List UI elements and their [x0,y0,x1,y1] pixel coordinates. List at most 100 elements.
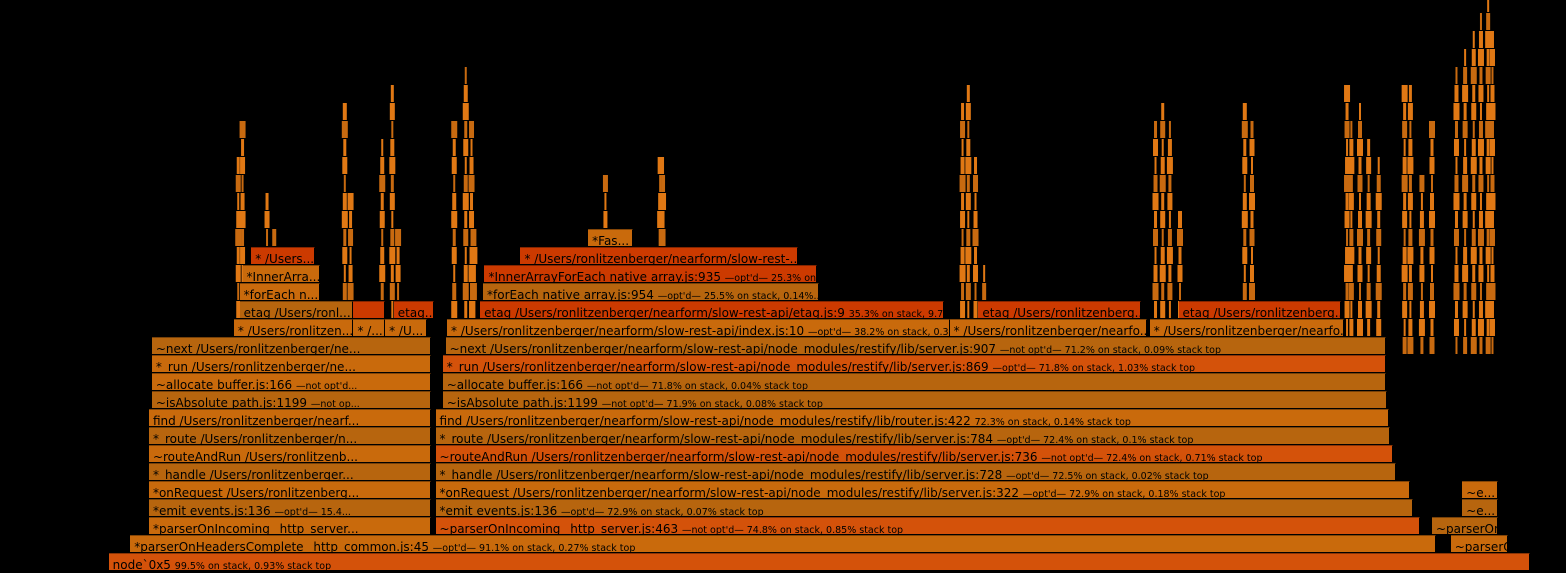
flame-frame-meta: —opt'd— 91.1% on stack, 0.27% stack top [432,543,636,552]
flame-spike [960,157,965,174]
flame-frame[interactable]: ~isAbsolute path.js:1199 —not opt'd— 71.… [442,391,1388,408]
flame-spike [1159,175,1166,192]
flame-frame[interactable]: etag... [393,301,435,318]
flame-frame[interactable]: *InnerArrayForEach native array.js:935 —… [484,265,818,282]
flame-spike [1242,157,1248,174]
flame-frame[interactable]: ~next /Users/ronlitzenberger/nearform/sl… [445,337,1386,354]
flame-spike [1367,175,1370,192]
flame-spike [1409,211,1412,228]
flame-spike [1402,247,1407,264]
flame-spike [967,121,970,138]
flame-frame[interactable]: ~e... [1462,499,1499,516]
flame-frame[interactable]: ~allocate buffer.js:166 —not opt'd... [151,373,432,390]
flame-frame[interactable]: *emit events.js:136 —opt'd— 15.4... [148,499,432,516]
flame-spike [1485,337,1491,354]
flame-frame[interactable]: find /Users/ronlitzenberger/nearform/slo… [435,409,1389,426]
flame-spike [965,103,971,120]
flame-frame-meta: —not opt'd— 71.2% on stack, 0.09% stack … [999,345,1222,354]
flame-spike [1486,139,1490,156]
flame-spike [1160,247,1165,264]
flame-spike [1487,265,1490,282]
flame-frame[interactable]: * /Users/ronlitzenberger/nearform/slow-r… [520,247,799,264]
flame-spike [1430,139,1434,156]
flame-frame[interactable]: * /Users/ronlitzenberger/nearfo... [949,319,1147,336]
flame-spike [1429,301,1435,318]
flame-spike [1491,337,1494,354]
flame-frame[interactable]: * /Users/ronlitzenberger/nearfo... [1149,319,1345,336]
flame-frame[interactable]: * /Users... [251,247,315,264]
flame-spike [1429,211,1435,228]
flame-spike [1407,103,1413,120]
flame-frame[interactable]: etag /Users/ronl... [239,301,354,318]
flame-frame[interactable]: ~routeAndRun /Users/ronlitzenberger/near… [435,445,1394,462]
flame-frame[interactable]: ~routeAndRun /Users/ronlitzenb... [148,445,432,462]
flame-spike [1472,175,1476,192]
flame-frame[interactable]: ~parserOn... [1432,517,1499,534]
flame-spike [1478,175,1484,192]
flame-frame[interactable]: ~parserO... [1450,535,1509,552]
flame-frame[interactable]: * /Users/ronlitzenberger/nearform/slow-r… [447,319,950,336]
flame-frame[interactable]: ~e... [1462,481,1499,498]
flame-spike [1166,247,1173,264]
flame-spike [343,175,346,192]
flame-spike [1470,67,1477,84]
flame-frame[interactable]: *Fas... [588,229,633,246]
flame-frame[interactable]: find /Users/ronlitzenberger/nearf... [148,409,432,426]
flame-spike [1453,319,1459,336]
flame-spike [1454,175,1459,192]
flame-spike [464,301,468,318]
flame-spike [1366,193,1371,210]
flame-frame[interactable]: *_route /Users/ronlitzenberger/n... [148,427,432,444]
flame-frame[interactable]: *_route /Users/ronlitzenberger/nearform/… [435,427,1391,444]
flame-spike [1346,319,1349,336]
flame-spike [965,157,972,174]
flame-frame[interactable]: *InnerArra... [242,265,321,282]
flame-frame[interactable]: ~allocate buffer.js:166 —not opt'd— 71.8… [442,373,1386,390]
flame-spike [1419,211,1424,228]
flame-frame[interactable]: etag /Users/ronlitzenberger/nearform/slo… [480,301,944,318]
flame-frame[interactable]: * /Users/ronlitzen... [233,319,354,336]
flame-frame[interactable]: ~next /Users/ronlitzenberger/ne... [151,337,432,354]
flame-frame[interactable]: node`0x5 99.5% on stack, 0.93% stack top [108,553,1530,570]
flame-frame[interactable]: *_handle /Users/ronlitzenberger... [148,463,432,480]
flame-frame-label: *emit events.js:136 —opt'd— 15.4... [152,504,351,516]
flame-frame-label: * /U... [389,324,424,336]
flame-frame[interactable]: * /... [353,319,386,336]
flame-spike [342,247,348,264]
flame-spike [1485,67,1491,84]
flame-spike [1486,229,1490,246]
flame-spike [1430,193,1434,210]
flame-frame[interactable]: *onRequest /Users/ronlitzenberg... [148,481,432,498]
flame-spike [464,157,467,174]
flame-frame[interactable]: *forEach n... [239,283,321,300]
flame-frame[interactable]: *parserOnIncoming _http_server... [148,517,432,534]
flame-frame[interactable]: *_run /Users/ronlitzenberger/ne... [151,355,432,372]
flame-spike [1463,283,1467,300]
flame-spike [966,265,970,282]
flame-frame[interactable]: *_handle /Users/ronlitzenberger/nearform… [435,463,1396,480]
flame-spike [1431,175,1433,192]
flame-frame[interactable]: etag /Users/ronlitzenberg... [1178,301,1342,318]
flame-spike [1250,265,1254,282]
flame-frame[interactable]: *emit events.js:136 —opt'd— 72.9% on sta… [435,499,1414,516]
flame-frame[interactable]: *onRequest /Users/ronlitzenberger/nearfo… [435,481,1411,498]
flame-frame[interactable]: ~parserOnIncoming _http_server.js:463 —n… [435,517,1421,534]
flame-spike [1453,139,1459,156]
flame-spike [470,193,474,210]
flame-spike [1485,247,1491,264]
flame-spike [1477,49,1484,66]
flame-frame[interactable]: ~isAbsolute path.js:1199 —not op... [151,391,432,408]
flame-spike [1241,211,1248,228]
flame-spike [1344,175,1351,192]
flame-frame[interactable]: * /U... [385,319,427,336]
flame-frame[interactable]: *_run /Users/ronlitzenberger/nearform/sl… [442,355,1386,372]
flame-spike [235,175,241,192]
flame-spike [1348,247,1355,264]
flame-frame[interactable] [353,301,386,318]
flame-spike [1453,229,1459,246]
flame-spike [1160,301,1166,318]
flame-frame[interactable]: etag /Users/ronlitzenberg... [978,301,1142,318]
flame-frame[interactable]: *forEach native array.js:954 —opt'd— 25.… [483,283,819,300]
flame-frame[interactable]: *parserOnHeadersComplete _http_common.js… [130,535,1437,552]
flame-spike [959,175,966,192]
